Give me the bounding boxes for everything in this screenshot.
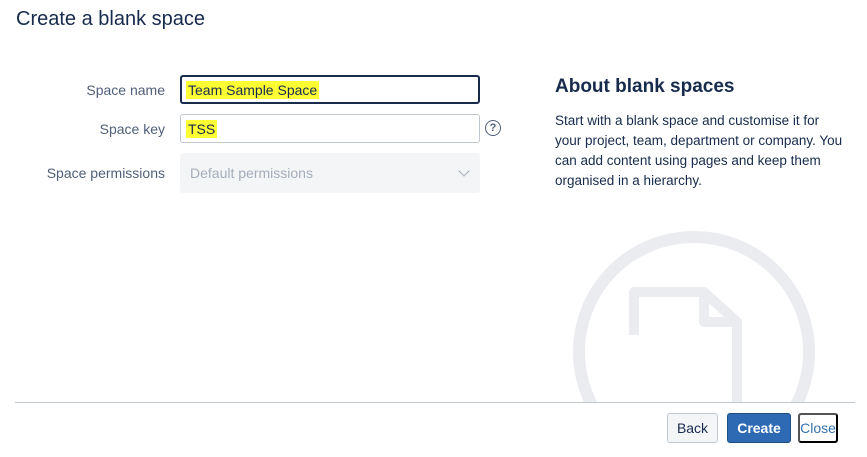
space-permissions-label: Space permissions (46, 165, 165, 181)
create-button[interactable]: Create (727, 413, 791, 443)
space-key-label: Space key (99, 121, 165, 137)
space-name-value: Team Sample Space (186, 80, 320, 99)
dialog-title: Create a blank space (16, 8, 206, 30)
blank-page-icon (573, 231, 815, 402)
space-permissions-select: Default permissions (180, 153, 480, 193)
create-space-dialog: Create a blank space Space name Team Sam… (0, 0, 867, 457)
space-name-label: Space name (86, 82, 165, 98)
space-permissions-selected: Default permissions (190, 165, 313, 181)
space-key-input[interactable]: TSS (180, 114, 480, 143)
about-title: About blank spaces (555, 76, 735, 97)
footer-divider (15, 402, 855, 403)
space-key-value: TSS (186, 119, 218, 138)
chevron-down-icon (458, 165, 470, 177)
about-description: Start with a blank space and customise i… (555, 113, 843, 188)
question-circle-icon[interactable]: ? (485, 120, 501, 136)
close-button[interactable]: Close (798, 413, 838, 443)
back-button[interactable]: Back (667, 413, 718, 443)
space-name-input[interactable]: Team Sample Space (180, 75, 480, 104)
